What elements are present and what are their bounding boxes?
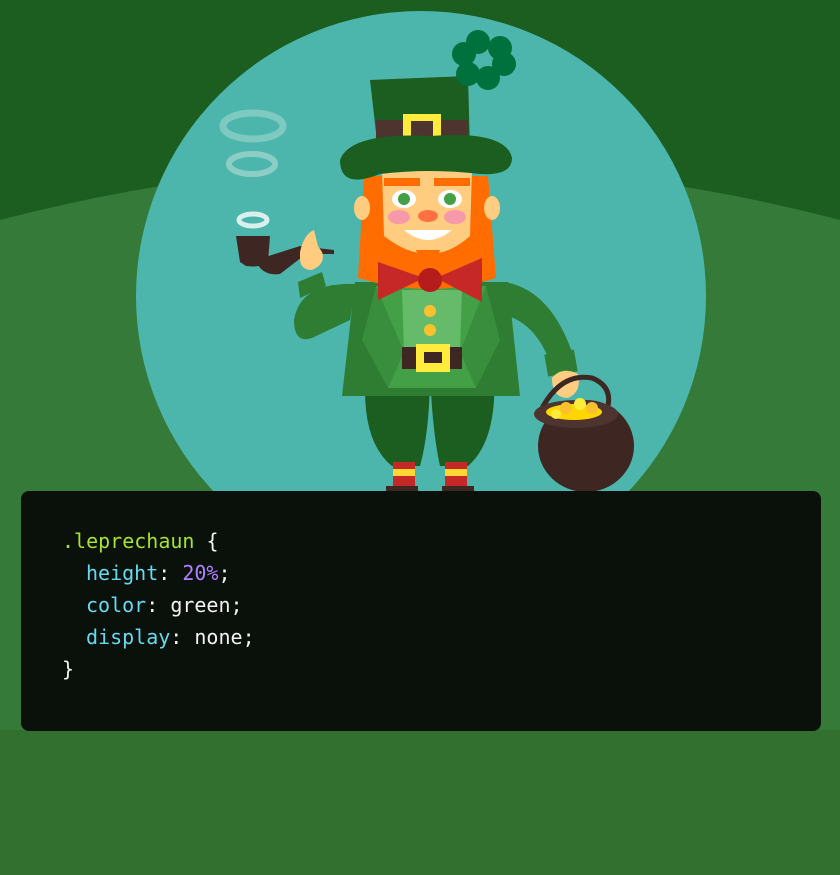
semicolon: ;: [218, 561, 231, 585]
css-property: display: [86, 625, 171, 649]
css-value: green: [170, 593, 231, 617]
code-selector-line: .leprechaun {: [62, 525, 821, 557]
css-property: color: [86, 593, 147, 617]
code-close-line: }: [62, 653, 821, 685]
css-selector: .leprechaun: [62, 529, 195, 553]
jacket: [342, 282, 520, 396]
semicolon: ;: [230, 593, 243, 617]
semicolon: ;: [242, 625, 255, 649]
open-brace: {: [194, 529, 219, 553]
colon: :: [158, 561, 183, 585]
code-block: .leprechaun { height: 20%; color: green;…: [21, 491, 821, 731]
ground: [0, 730, 840, 875]
close-brace: }: [62, 657, 75, 681]
css-value: 20%: [182, 561, 219, 585]
css-value: none: [194, 625, 243, 649]
colon: :: [146, 593, 171, 617]
scene: .leprechaun { height: 20%; color: green;…: [0, 0, 840, 875]
code-rule-line: color: green;: [62, 589, 821, 621]
colon: :: [170, 625, 195, 649]
leprechaun-illustration: [0, 0, 840, 875]
code-rule-line: display: none;: [62, 621, 821, 653]
code-rule-line: height: 20%;: [62, 557, 821, 589]
css-property: height: [86, 561, 159, 585]
